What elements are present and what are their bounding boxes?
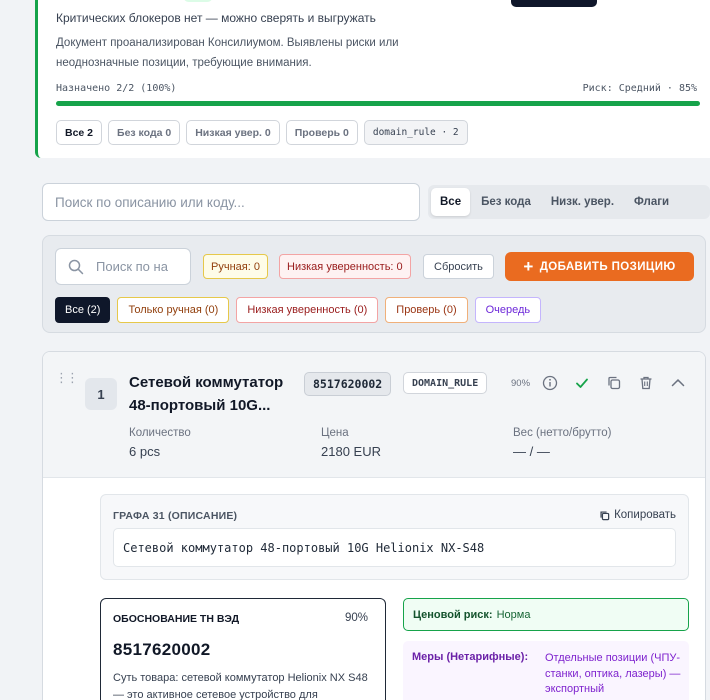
justification-code: 8517620002 <box>113 640 211 659</box>
justification-confidence: 90% <box>344 612 368 624</box>
add-position-label: ДОБАВИТЬ ПОЗИЦИЮ <box>539 260 676 273</box>
chip-no-code[interactable]: Без кода 0 <box>108 120 181 145</box>
filter-panel: Поиск по на Ручная: 0 Низкая уверенность… <box>42 235 706 333</box>
position-card: ⋮⋮ 1 Сетевой коммутатор 48-портовый 10G.… <box>42 351 706 700</box>
rule-chip: DOMAIN_RULE <box>403 372 488 394</box>
check-icon[interactable] <box>573 374 591 392</box>
justification-title: ОБОСНОВАНИЕ ТН ВЭД <box>113 613 240 625</box>
risk-text: Риск: Средний · 85% <box>582 83 697 94</box>
weight-value: — / — <box>513 444 550 459</box>
summary-description: Документ проанализирован Консилиумом. Вы… <box>56 37 399 69</box>
pill-check[interactable]: Проверь (0) <box>385 297 468 323</box>
filter-pills: Все (2) Только ручная (0) Низкая уверенн… <box>55 297 542 323</box>
add-position-button[interactable]: + ДОБАВИТЬ ПОЗИЦИЮ <box>505 252 694 281</box>
pill-all[interactable]: Все (2) <box>55 297 111 323</box>
pill-queue[interactable]: Очередь <box>474 297 542 323</box>
chevron-up-icon[interactable] <box>669 374 687 392</box>
description-title: ГРАФА 31 (ОПИСАНИЕ) <box>113 510 238 522</box>
copy-icon[interactable] <box>605 374 623 392</box>
description-box: ГРАФА 31 (ОПИСАНИЕ) Копировать Сетевой к… <box>100 494 689 580</box>
position-number: 1 <box>85 378 117 410</box>
position-title: Сетевой коммутатор 48-портовый 10G... <box>129 374 284 414</box>
price-risk-badge: Ценовой риск: Норма <box>403 598 689 631</box>
justification-text: Суть товара: сетевой коммутатор Helionix… <box>113 672 368 700</box>
chip-domain-rule[interactable]: domain_rule · 2 <box>363 120 468 145</box>
hs-code-chip[interactable]: 8517620002 <box>304 372 392 396</box>
drag-handle-icon[interactable]: ⋮⋮ <box>55 370 79 386</box>
pill-manual-only[interactable]: Только ручная (0) <box>117 297 230 323</box>
hs-justification-card: ОБОСНОВАНИЕ ТН ВЭД 90% 8517620002 Суть т… <box>100 598 386 700</box>
copy-label: Копировать <box>614 509 676 521</box>
copy-button[interactable]: Копировать <box>599 509 676 521</box>
low-confidence-count-badge: Низкая уверенность: 0 <box>279 254 411 279</box>
tab-no-code[interactable]: Без кода <box>472 188 540 216</box>
assigned-progress-bar <box>56 101 700 106</box>
plus-icon: + <box>523 257 534 276</box>
search-input[interactable]: Поиск по описанию или коду... <box>42 183 420 221</box>
tab-low-confidence[interactable]: Низк. увер. <box>542 188 623 216</box>
status-pill <box>183 0 213 2</box>
measures-label: Меры (Нетарифные): <box>412 651 529 663</box>
progress-fill <box>56 101 700 106</box>
chip-low-confidence[interactable]: Низкая увер. 0 <box>186 120 280 145</box>
tab-flags[interactable]: Флаги <box>625 188 678 216</box>
price-risk-value: Норма <box>496 608 531 621</box>
non-tariff-measures-box: Меры (Нетарифные): Отдельные позиции (ЧП… <box>403 641 689 700</box>
price-risk-label: Ценовой риск: <box>413 608 493 621</box>
analysis-summary-card: Критических блокеров нет — можно сверять… <box>35 0 710 158</box>
assigned-progress-text: Назначено 2/2 (100%) <box>56 83 177 94</box>
confidence-percent: 90% <box>511 378 531 389</box>
price-value: 2180 EUR <box>321 444 381 459</box>
filter-search-input[interactable]: Поиск по на <box>55 248 191 285</box>
filter-search-placeholder: Поиск по на <box>96 259 168 274</box>
price-label: Цена <box>321 427 349 439</box>
pill-low-confidence[interactable]: Низкая уверенность (0) <box>236 297 379 323</box>
view-tabs: Все Без кода Низк. увер. Флаги <box>428 185 710 219</box>
chip-all[interactable]: Все 2 <box>56 120 103 145</box>
summary-action-button[interactable] <box>511 0 597 7</box>
measures-text: Отдельные позиции (ЧПУ-станки, оптика, л… <box>545 652 681 695</box>
quantity-value: 6 pcs <box>129 444 161 459</box>
position-header: ⋮⋮ 1 Сетевой коммутатор 48-портовый 10G.… <box>43 352 705 478</box>
summary-status-text: Критических блокеров нет — можно сверять… <box>56 11 376 25</box>
trash-icon[interactable] <box>637 374 655 392</box>
reset-button[interactable]: Сбросить <box>423 254 494 279</box>
copy-icon <box>600 510 610 520</box>
search-icon <box>68 259 84 274</box>
tab-all[interactable]: Все <box>431 188 471 216</box>
search-placeholder: Поиск по описанию или коду... <box>55 194 245 210</box>
manual-count-badge: Ручная: 0 <box>203 254 268 279</box>
quantity-label: Количество <box>129 427 191 439</box>
weight-label: Вес (нетто/брутто) <box>513 427 612 439</box>
description-field[interactable]: Сетевой коммутатор 48-портовый 10G Helio… <box>113 528 676 567</box>
summary-filter-chips: Все 2 Без кода 0 Низкая увер. 0 Проверь … <box>56 120 468 145</box>
info-icon[interactable] <box>541 374 559 392</box>
chip-check[interactable]: Проверь 0 <box>285 120 358 145</box>
